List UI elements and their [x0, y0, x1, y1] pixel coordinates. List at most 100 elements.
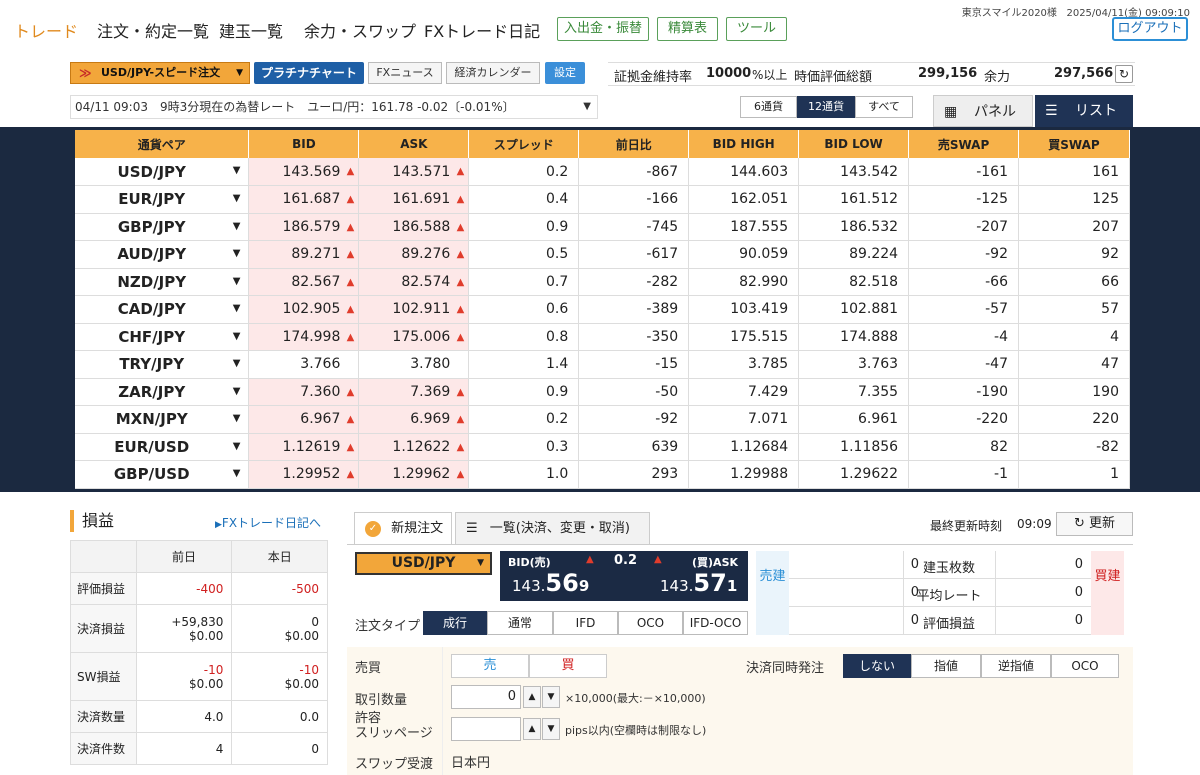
- slippage-down-icon[interactable]: ▼: [542, 718, 560, 740]
- ask-price[interactable]: 143.571: [660, 569, 737, 597]
- rate-row[interactable]: TRY/JPY ▼ 3.766 3.780 1.4 -15 3.785 3.763 -47 47: [75, 350, 1130, 379]
- platinum-chart-button[interactable]: プラチナチャート: [254, 62, 364, 84]
- deposit-transfer-button[interactable]: 入出金・振替: [557, 17, 649, 41]
- rate-cell-bid[interactable]: 161.687 ▲: [248, 185, 360, 214]
- rate-header[interactable]: スプレッド: [468, 130, 580, 158]
- rate-row[interactable]: ZAR/JPY ▼ 7.360 ▲ 7.369 ▲ 0.9 -50 7.429 7.355 -190…: [75, 378, 1130, 406]
- rate-cell-bid[interactable]: 1.29952 ▲: [248, 460, 360, 489]
- order-type-oco[interactable]: OCO: [618, 611, 683, 635]
- rate-cell-pair[interactable]: CHF/JPY ▼: [75, 323, 250, 351]
- nav-margin-swap[interactable]: 余力・スワップ: [304, 18, 416, 42]
- rate-cell-ask[interactable]: 175.006 ▲: [358, 323, 470, 351]
- dropdown-arrow-icon[interactable]: ▼: [233, 386, 241, 397]
- settle-oco[interactable]: OCO: [1051, 654, 1119, 678]
- rate-cell-pair[interactable]: CAD/JPY ▼: [75, 295, 250, 324]
- dropdown-arrow-icon[interactable]: ▼: [233, 358, 241, 369]
- settle-stop[interactable]: 逆指値: [981, 654, 1051, 678]
- nav-orders[interactable]: 注文・約定一覧: [97, 18, 209, 42]
- settlement-table-button[interactable]: 精算表: [657, 17, 718, 41]
- rate-header[interactable]: 通貨ペア: [75, 130, 250, 158]
- pair-count-12[interactable]: 12通貨: [797, 96, 855, 118]
- sell-button[interactable]: 売: [451, 654, 529, 678]
- rate-row[interactable]: GBP/USD ▼ 1.29952 ▲ 1.29962 ▲ 1.0 293 1.29988 1.2…: [75, 460, 1130, 489]
- rate-header[interactable]: 前日比: [578, 130, 690, 158]
- slippage-up-icon[interactable]: ▲: [523, 718, 541, 740]
- rate-header[interactable]: 売SWAP: [908, 130, 1019, 158]
- rate-cell-pair[interactable]: MXN/JPY ▼: [75, 405, 250, 434]
- logout-button[interactable]: ログアウト: [1112, 17, 1188, 41]
- buy-button[interactable]: 買: [529, 654, 607, 678]
- pair-count-6[interactable]: 6通貨: [740, 96, 797, 118]
- rate-header[interactable]: BID LOW: [798, 130, 910, 158]
- rate-cell-ask[interactable]: 1.12622 ▲: [358, 433, 470, 461]
- dropdown-arrow-icon[interactable]: ▼: [233, 331, 241, 342]
- rate-cell-bid[interactable]: 143.569 ▲: [248, 158, 360, 186]
- settings-button[interactable]: 設定: [545, 62, 585, 84]
- quantity-up-icon[interactable]: ▲: [523, 686, 541, 708]
- dropdown-arrow-icon[interactable]: ▼: [233, 276, 241, 287]
- rate-cell-bid[interactable]: 3.766: [248, 350, 360, 379]
- nav-trade-diary[interactable]: FXトレード日記: [424, 18, 540, 42]
- rate-cell-pair[interactable]: EUR/USD ▼: [75, 433, 250, 461]
- rate-cell-ask[interactable]: 7.369 ▲: [358, 378, 470, 406]
- dropdown-arrow-icon[interactable]: ▼: [233, 221, 241, 232]
- order-type-market[interactable]: 成行: [423, 611, 487, 635]
- rate-cell-bid[interactable]: 6.967 ▲: [248, 405, 360, 434]
- order-type-ifd[interactable]: IFD: [553, 611, 618, 635]
- tab-new-order[interactable]: ✓ 新規注文: [354, 512, 452, 544]
- panel-view-tab[interactable]: ▦ パネル: [933, 95, 1033, 127]
- trade-diary-link[interactable]: ▶FXトレード日記へ: [215, 514, 321, 531]
- settle-none[interactable]: しない: [843, 654, 911, 678]
- rate-row[interactable]: EUR/USD ▼ 1.12619 ▲ 1.12622 ▲ 0.3 639 1.12684 1.1…: [75, 433, 1130, 461]
- rate-cell-pair[interactable]: ZAR/JPY ▼: [75, 378, 250, 406]
- dropdown-arrow-icon[interactable]: ▼: [233, 165, 241, 176]
- nav-positions[interactable]: 建玉一覧: [219, 18, 283, 42]
- rate-cell-ask[interactable]: 186.588 ▲: [358, 213, 470, 241]
- list-view-tab[interactable]: ☰ リスト: [1035, 95, 1133, 127]
- nav-trade[interactable]: トレード: [14, 18, 78, 42]
- rate-header[interactable]: BID: [248, 130, 360, 158]
- rate-cell-pair[interactable]: NZD/JPY ▼: [75, 268, 250, 296]
- economic-calendar-button[interactable]: 経済カレンダー: [446, 62, 540, 84]
- rate-row[interactable]: AUD/JPY ▼ 89.271 ▲ 89.276 ▲ 0.5 -617 90.059 89.22…: [75, 240, 1130, 269]
- rate-cell-bid[interactable]: 1.12619 ▲: [248, 433, 360, 461]
- pair-count-all[interactable]: すべて: [855, 96, 913, 118]
- rate-header[interactable]: BID HIGH: [688, 130, 800, 158]
- rate-cell-bid[interactable]: 186.579 ▲: [248, 213, 360, 241]
- quantity-down-icon[interactable]: ▼: [542, 686, 560, 708]
- rate-cell-ask[interactable]: 3.780: [358, 350, 470, 379]
- rate-cell-ask[interactable]: 1.29962 ▲: [358, 460, 470, 489]
- speed-order-select[interactable]: ≫ USD/JPY-スピード注文 ▼: [70, 62, 250, 84]
- rate-cell-ask[interactable]: 161.691 ▲: [358, 185, 470, 214]
- rate-cell-bid[interactable]: 174.998 ▲: [248, 323, 360, 351]
- tools-button[interactable]: ツール: [726, 17, 787, 41]
- news-ticker[interactable]: 04/11 09:03 9時3分現在の為替レート ユーロ/円：161.78 -0…: [70, 95, 598, 119]
- refresh-icon[interactable]: ↻: [1115, 65, 1133, 83]
- rate-cell-pair[interactable]: GBP/JPY ▼: [75, 213, 250, 241]
- rate-cell-pair[interactable]: EUR/JPY ▼: [75, 185, 250, 214]
- order-pair-select[interactable]: USD/JPY ▼: [355, 552, 492, 575]
- rate-cell-pair[interactable]: TRY/JPY ▼: [75, 350, 250, 379]
- refresh-button[interactable]: ↻ 更新: [1056, 512, 1133, 536]
- rate-cell-bid[interactable]: 102.905 ▲: [248, 295, 360, 324]
- dropdown-arrow-icon[interactable]: ▼: [233, 248, 241, 259]
- quantity-input[interactable]: 0: [451, 685, 521, 709]
- dropdown-arrow-icon[interactable]: ▼: [233, 441, 241, 452]
- rate-cell-bid[interactable]: 89.271 ▲: [248, 240, 360, 269]
- dropdown-arrow-icon[interactable]: ▼: [233, 303, 241, 314]
- order-type-normal[interactable]: 通常: [487, 611, 553, 635]
- rate-cell-pair[interactable]: AUD/JPY ▼: [75, 240, 250, 269]
- rate-cell-ask[interactable]: 143.571 ▲: [358, 158, 470, 186]
- rate-cell-bid[interactable]: 7.360 ▲: [248, 378, 360, 406]
- bid-price[interactable]: 143.569: [512, 569, 589, 597]
- rate-row[interactable]: MXN/JPY ▼ 6.967 ▲ 6.969 ▲ 0.2 -92 7.071 6.961 -220…: [75, 405, 1130, 434]
- fx-news-button[interactable]: FXニュース: [368, 62, 442, 84]
- rate-cell-pair[interactable]: USD/JPY ▼: [75, 158, 250, 186]
- slippage-input[interactable]: [451, 717, 521, 741]
- rate-row[interactable]: GBP/JPY ▼ 186.579 ▲ 186.588 ▲ 0.9 -745 187.555 18…: [75, 213, 1130, 241]
- rate-cell-ask[interactable]: 102.911 ▲: [358, 295, 470, 324]
- dropdown-arrow-icon[interactable]: ▼: [233, 413, 241, 424]
- rate-row[interactable]: EUR/JPY ▼ 161.687 ▲ 161.691 ▲ 0.4 -166 162.051 16…: [75, 185, 1130, 214]
- rate-header[interactable]: ASK: [358, 130, 470, 158]
- dropdown-arrow-icon[interactable]: ▼: [233, 193, 241, 204]
